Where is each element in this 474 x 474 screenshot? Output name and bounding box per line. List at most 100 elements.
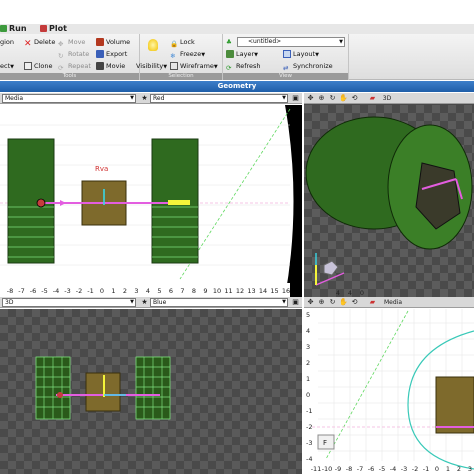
lock-button[interactable]: 🔒 Lock bbox=[170, 37, 195, 48]
tick-label: 0 bbox=[100, 287, 104, 295]
maximize-icon[interactable]: ▣ bbox=[291, 298, 300, 307]
rotate-button[interactable]: ↻ Rotate bbox=[58, 49, 89, 60]
x-axis-ticks: -11 -10 -9 -8 -7 -6 -5 -4 -3 -2 -1 0 1 2 3 bbox=[311, 465, 472, 473]
view-add-icon[interactable]: ♣ bbox=[226, 37, 235, 47]
view-type-select[interactable]: Media ▼ bbox=[2, 94, 136, 103]
tick-label: -2 bbox=[306, 423, 312, 431]
tick-label: 0 bbox=[435, 465, 439, 473]
tick-label: -4 bbox=[53, 287, 59, 295]
volume-icon bbox=[96, 38, 104, 46]
region-button[interactable]: gion bbox=[0, 37, 14, 47]
tools-group-title: Tools bbox=[0, 73, 139, 80]
move-view-icon[interactable]: ✥ bbox=[306, 298, 315, 307]
viewport-top-left[interactable]: Media ▼ ★ Red ▼ ▣ Rva -8 -7 -6 -5 -4 -3 … bbox=[0, 93, 302, 297]
movie-button[interactable]: Movie bbox=[96, 61, 125, 71]
color-value: Red bbox=[153, 95, 165, 102]
clone-label: Clone bbox=[34, 62, 53, 70]
tick-label: -7 bbox=[357, 465, 363, 473]
delete-label: Delete bbox=[34, 38, 56, 46]
viewport-canvas[interactable]: F -11 -10 -9 -8 -7 -6 -5 -4 -3 -2 -1 0 1 2 3 5 4 3 2 1 0 -1-… bbox=[304, 309, 474, 474]
wireframe-button[interactable]: Wireframe▼ bbox=[170, 61, 218, 71]
run-tab[interactable]: Run bbox=[0, 24, 27, 34]
visibility-button[interactable]: Visibility▼ bbox=[136, 61, 167, 71]
reset-view-icon[interactable]: ⟲ bbox=[350, 298, 359, 307]
source-marker[interactable] bbox=[36, 198, 46, 208]
move-button[interactable]: ✥ Move bbox=[58, 37, 86, 48]
tick-label: 1 bbox=[446, 465, 450, 473]
wireframe-label: Wireframe bbox=[180, 62, 214, 70]
tick-label: -3 bbox=[306, 439, 312, 447]
tick-label: 0 bbox=[360, 289, 364, 297]
delete-button[interactable]: ✕ Delete bbox=[24, 37, 56, 49]
viewport-canvas[interactable]: Rva -8 -7 -6 -5 -4 -3 -2 -1 0 1 2 3 4 5 6 7 8 9 10 11 12 13 14… bbox=[0, 105, 302, 297]
export-button[interactable]: Export bbox=[96, 49, 127, 59]
viewport-bottom-left[interactable]: 3D ▼ ★ Blue ▼ ▣ bbox=[0, 297, 302, 474]
zoom-icon[interactable]: ⊕ bbox=[317, 298, 326, 307]
left-detector[interactable] bbox=[7, 138, 55, 264]
viewport-toolbar: ✥ ⊕ ↻ ✋ ⟲ ▰ 3D bbox=[304, 93, 474, 104]
select-button[interactable]: ect▼ bbox=[0, 61, 14, 71]
lock-label: Lock bbox=[180, 38, 195, 46]
layer-button[interactable]: Layer▼ bbox=[226, 49, 258, 59]
canvas-svg bbox=[0, 309, 302, 474]
viewport-toolbar: 3D ▼ ★ Blue ▼ ▣ bbox=[0, 297, 302, 308]
tick-label: 8 bbox=[192, 287, 196, 295]
color-select[interactable]: Red ▼ bbox=[150, 94, 288, 103]
volume-label: Volume bbox=[106, 38, 131, 46]
layer-label: Layer bbox=[236, 50, 255, 58]
clone-button[interactable]: Clone bbox=[24, 61, 52, 71]
viewport-canvas[interactable] bbox=[0, 309, 302, 474]
freeze-button[interactable]: ❄ Freeze▼ bbox=[170, 49, 205, 60]
freeze-icon: ❄ bbox=[170, 52, 176, 60]
repeat-button[interactable]: ⟳ Repeat bbox=[58, 61, 91, 72]
tick-label: -9 bbox=[335, 465, 341, 473]
view-type-select[interactable]: 3D ▼ bbox=[2, 298, 136, 307]
view-cube-icon[interactable]: ▰ bbox=[368, 298, 377, 307]
viewport-bottom-right[interactable]: ✥ ⊕ ↻ ✋ ⟲ ▰ Media F -11 -10 -9 -8 -7 -6 … bbox=[304, 297, 474, 474]
layout-button[interactable]: Layout▼ bbox=[283, 49, 319, 59]
select-label: ect bbox=[0, 62, 11, 70]
repeat-icon: ⟳ bbox=[58, 64, 64, 72]
rotate-view-icon[interactable]: ↻ bbox=[328, 94, 337, 103]
rotate-view-icon[interactable]: ↻ bbox=[328, 298, 337, 307]
synchronize-button[interactable]: ⇄ Synchronize bbox=[283, 61, 333, 72]
color-select[interactable]: Blue ▼ bbox=[150, 298, 288, 307]
move-label: Move bbox=[68, 38, 86, 46]
pan-icon[interactable]: ✋ bbox=[339, 94, 348, 103]
select-arrow-icon: ▼ bbox=[282, 299, 286, 305]
lightbulb-icon bbox=[148, 39, 158, 51]
viewport-canvas[interactable]: 440 bbox=[304, 105, 474, 297]
reset-view-icon[interactable]: ⟲ bbox=[350, 94, 359, 103]
tick-label: 11 bbox=[224, 287, 232, 295]
layout-combo[interactable]: <untitled> ▼ bbox=[237, 37, 345, 47]
lock-icon: 🔒 bbox=[170, 40, 179, 48]
layer-icon bbox=[226, 50, 234, 58]
volume-button[interactable]: Volume bbox=[96, 37, 130, 47]
tick-label: 1 bbox=[306, 375, 310, 383]
target-block[interactable] bbox=[435, 376, 474, 434]
tick-label: 10 bbox=[213, 287, 221, 295]
menu-bar: Run Plot bbox=[0, 24, 474, 34]
source-marker[interactable] bbox=[57, 392, 63, 398]
move-view-icon[interactable]: ✥ bbox=[306, 94, 315, 103]
visibility-bulb[interactable] bbox=[146, 37, 162, 55]
freeze-label: Freeze bbox=[180, 50, 202, 58]
viewport-top-right[interactable]: ✥ ⊕ ↻ ✋ ⟲ ▰ 3D 4 4 0 bbox=[304, 93, 474, 297]
star-icon[interactable]: ★ bbox=[140, 298, 149, 307]
combo-arrow-icon: ▼ bbox=[339, 39, 343, 45]
beam-end-marker bbox=[168, 200, 190, 205]
star-icon[interactable]: ★ bbox=[140, 94, 149, 103]
refresh-button[interactable]: ⟳ Refresh bbox=[226, 61, 261, 72]
canvas-svg: 440 bbox=[304, 105, 474, 297]
maximize-icon[interactable]: ▣ bbox=[291, 94, 300, 103]
movie-label: Movie bbox=[106, 62, 126, 70]
plot-tab[interactable]: Plot bbox=[40, 24, 67, 34]
visibility-dropdown-icon: ▼ bbox=[163, 64, 168, 70]
tick-label: 13 bbox=[247, 287, 255, 295]
view-cube-icon[interactable]: ▰ bbox=[368, 94, 377, 103]
tick-label: -1 bbox=[306, 407, 312, 415]
selection-group-title: Selection bbox=[140, 73, 222, 80]
pan-icon[interactable]: ✋ bbox=[339, 298, 348, 307]
tick-label: -2 bbox=[412, 465, 418, 473]
zoom-icon[interactable]: ⊕ bbox=[317, 94, 326, 103]
